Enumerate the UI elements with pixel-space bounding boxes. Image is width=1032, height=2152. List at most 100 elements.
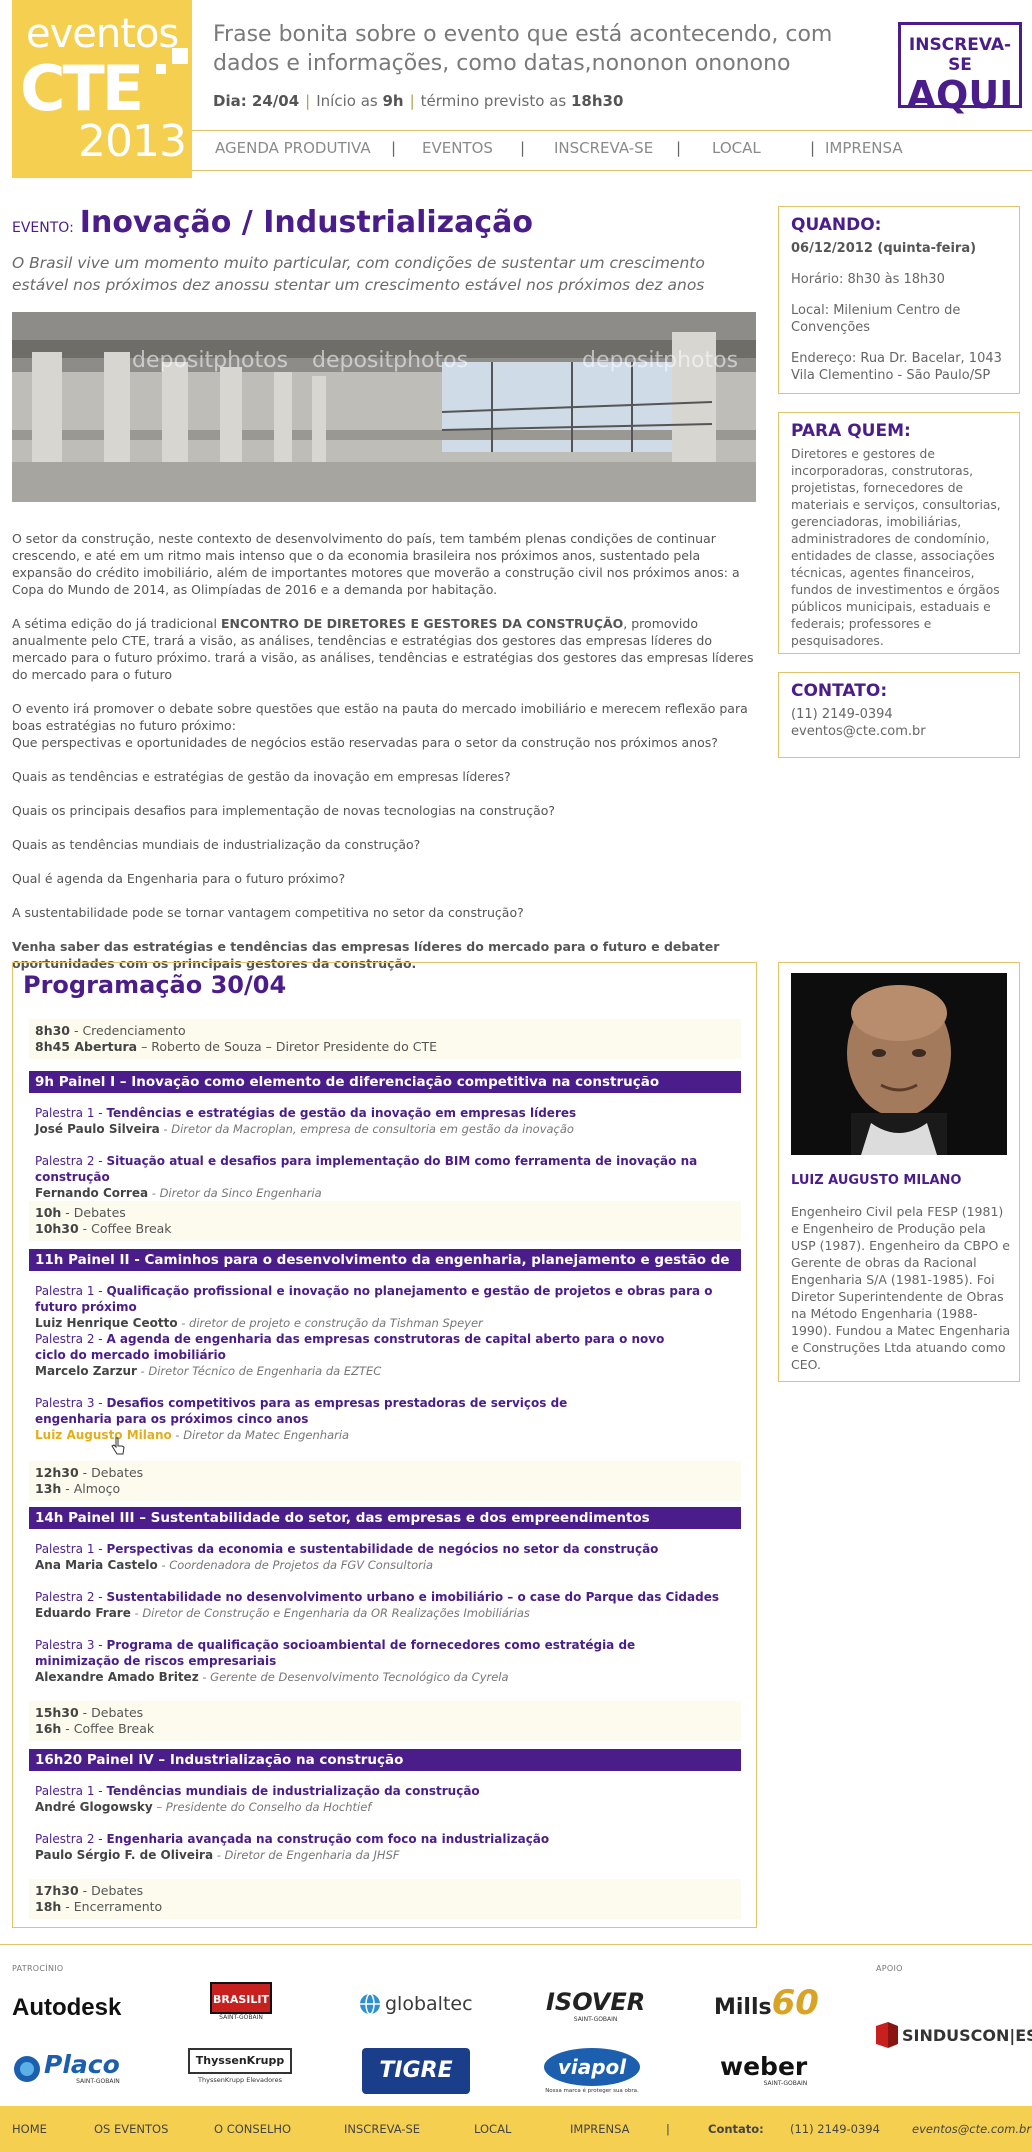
thyssenkrupp-logo[interactable]: ThyssenKrupp ThyssenKrupp Elevadores <box>188 2048 292 2084</box>
footer-separator: | <box>666 2122 670 2136</box>
apoio-label: APOIO <box>876 1964 903 1973</box>
schedule-block: 17h30 - Debates 18h - Encerramento <box>29 1879 741 1919</box>
article-paragraph: A sétima edição do já tradicional ENCONT… <box>12 615 757 683</box>
talk-item: Palestra 2 - Engenharia avançada na cons… <box>35 1832 550 1862</box>
tigre-logo[interactable]: TIGRE <box>362 2048 470 2094</box>
footer-bar: HOME OS EVENTOS O CONSELHO INSCREVA-SE L… <box>0 2106 1032 2152</box>
paragraph-text: A sétima edição do já tradicional <box>12 616 221 631</box>
talk-speaker[interactable]: Alexandre Amado Britez <box>35 1670 199 1684</box>
schedule-item: 17h30 - Debates <box>35 1883 735 1899</box>
register-cta-button[interactable]: INSCREVA-SE AQUI <box>898 22 1022 115</box>
nav-inscreva-se[interactable]: INSCREVA-SE <box>554 139 653 157</box>
talk-speaker-link[interactable]: Luiz Augusto Milano <box>35 1428 172 1442</box>
footer-link-eventos[interactable]: OS EVENTOS <box>94 2122 168 2136</box>
quando-date: 06/12/2012 (quinta-feira) <box>791 241 977 256</box>
quando-title: QUANDO: <box>791 215 882 235</box>
event-title: EVENTO: Inovação / Industrialização <box>12 205 533 240</box>
talk-speaker[interactable]: Eduardo Frare <box>35 1606 131 1620</box>
talk-speaker[interactable]: José Paulo Silveira <box>35 1122 160 1136</box>
talk-item: Palestra 1 - Tendências mundiais de indu… <box>35 1784 480 1814</box>
end-label: término previsto as <box>420 92 567 110</box>
sinduscon-mark-icon <box>876 2022 898 2048</box>
panel-header: 9h Painel I – Inovação como elemento de … <box>29 1071 741 1093</box>
talk-speaker-role: Diretor Técnico de Engenharia da EZTEC <box>148 1364 382 1378</box>
nav-imprensa[interactable]: IMPRENSA <box>825 139 903 157</box>
quando-time: Horário: 8h30 às 18h30 <box>791 272 945 287</box>
question: Qual é agenda da Engenharia para o futur… <box>12 871 346 886</box>
event-logo[interactable]: eventos CTE 2013 <box>12 0 192 178</box>
talk-title[interactable]: Tendências mundiais de industrialização … <box>106 1784 479 1798</box>
thyssenkrupp-sub: ThyssenKrupp Elevadores <box>198 2076 282 2084</box>
footer-link-home[interactable]: HOME <box>12 2122 47 2136</box>
footer-link-inscreva-se[interactable]: INSCREVA-SE <box>344 2122 420 2136</box>
logo-line3: 2013 <box>78 116 187 167</box>
schedule-desc: - Almoço <box>61 1481 121 1496</box>
talk-title[interactable]: Tendências e estratégias de gestão da in… <box>106 1106 576 1120</box>
globe-icon <box>360 1993 380 2015</box>
weber-wordmark: weber <box>720 2052 808 2081</box>
schedule-title: Programação 30/04 <box>23 971 287 999</box>
schedule-desc: - Coffee Break <box>61 1721 155 1736</box>
talk-speaker-role: Gerente de Desenvolvimento Tecnológico d… <box>210 1670 509 1684</box>
end-time: 18h30 <box>570 92 624 110</box>
sinduscon-logo[interactable]: SINDUSCON|ES <box>876 2022 1032 2048</box>
schedule-time: 18h <box>35 1899 62 1914</box>
talk-speaker[interactable]: Luiz Henrique Ceotto <box>35 1316 178 1330</box>
logo-square-icon <box>172 48 188 64</box>
talk-item: Palestra 2 - Situação atual e desafios p… <box>35 1154 698 1200</box>
autodesk-logo[interactable]: Autodesk <box>12 1994 121 2022</box>
isover-logo[interactable]: ISOVER SAINT-GOBAIN <box>546 1988 645 2023</box>
talk-title[interactable]: Desafios competitivos para as empresas p… <box>35 1396 567 1426</box>
viapol-logo[interactable]: viapol Nossa marca é proteger sua obra. <box>544 2048 640 2094</box>
talk-speaker[interactable]: André Glogowsky <box>35 1800 153 1814</box>
schedule-desc: - Coffee Break <box>78 1221 172 1236</box>
contato-email[interactable]: eventos@cte.com.br <box>791 723 1007 740</box>
logo-square-icon <box>156 64 166 74</box>
weber-logo[interactable]: weber SAINT-GOBAIN <box>720 2052 808 2088</box>
talk-number: Palestra 3 <box>35 1396 95 1410</box>
talk-speaker-role: Diretor de Engenharia da JHSF <box>224 1848 400 1862</box>
schedule-desc: - Debates <box>78 1705 144 1720</box>
talk-title[interactable]: Situação atual e desafios para implement… <box>35 1154 697 1184</box>
globaltec-logo[interactable]: globaltec <box>358 1992 473 2016</box>
placo-logo[interactable]: Placo SAINT-GOBAIN <box>12 2052 120 2085</box>
talk-speaker[interactable]: Ana Maria Castelo <box>35 1558 158 1572</box>
speaker-card: LUIZ AUGUSTO MILANO Engenheiro Civil pel… <box>778 962 1020 1382</box>
nav-agenda-produtiva[interactable]: AGENDA PRODUTIVA <box>215 139 371 157</box>
footer-link-local[interactable]: LOCAL <box>474 2122 511 2136</box>
talk-title[interactable]: Engenharia avançada na construção com fo… <box>106 1832 549 1846</box>
footer-link-imprensa[interactable]: IMPRENSA <box>570 2122 630 2136</box>
talk-number: Palestra 2 <box>35 1154 95 1168</box>
talk-speaker[interactable]: Fernando Correa <box>35 1186 148 1200</box>
nav-separator: | <box>810 139 816 157</box>
article-body: O setor da construção, neste contexto de… <box>12 530 757 989</box>
viapol-sub: Nossa marca é proteger sua obra. <box>545 2088 639 2094</box>
contato-title: CONTATO: <box>791 681 888 701</box>
schedule-item: 18h - Encerramento <box>35 1899 735 1915</box>
brasilit-logo[interactable]: BRASILIT SAINT-GOBAIN <box>210 1982 272 2026</box>
footer-email[interactable]: eventos@cte.com.br <box>912 2122 1031 2136</box>
nav-eventos[interactable]: EVENTOS <box>422 139 493 157</box>
talk-title[interactable]: Sustentabilidade no desenvolvimento urba… <box>106 1590 719 1604</box>
schedule-time: 12h30 <box>35 1465 79 1480</box>
talk-speaker[interactable]: Paulo Sérgio F. de Oliveira <box>35 1848 213 1862</box>
isover-sub: SAINT-GOBAIN <box>573 2016 618 2023</box>
viapol-wordmark: viapol <box>544 2048 640 2086</box>
event-label: EVENTO: <box>12 220 74 236</box>
speaker-bio: Engenheiro Civil pela FESP (1981) e Enge… <box>791 1204 1011 1372</box>
schedule-desc: - Debates <box>78 1883 144 1898</box>
footer-link-conselho[interactable]: O CONSELHO <box>214 2122 291 2136</box>
nav-local[interactable]: LOCAL <box>712 139 761 157</box>
talk-title[interactable]: Qualificação profissional e inovação no … <box>35 1284 713 1314</box>
mills-logo[interactable]: Mills 60 <box>714 1986 819 2020</box>
schedule-item: 10h30 - Coffee Break <box>35 1221 735 1237</box>
contato-box: CONTATO: (11) 2149-0394 eventos@cte.com.… <box>778 672 1020 758</box>
question: Quais as tendências e estratégias de ges… <box>12 769 511 784</box>
placo-sub: SAINT-GOBAIN <box>76 2078 120 2085</box>
question: Quais os principais desafios para implem… <box>12 803 556 818</box>
schedule-item: 8h45 Abertura – Roberto de Souza – Diret… <box>35 1039 735 1055</box>
talk-title[interactable]: Programa de qualificação socioambiental … <box>35 1638 635 1668</box>
talk-title[interactable]: A agenda de engenharia das empresas cons… <box>35 1332 664 1362</box>
talk-speaker[interactable]: Marcelo Zarzur <box>35 1364 137 1378</box>
talk-title[interactable]: Perspectivas da economia e sustentabilid… <box>106 1542 658 1556</box>
